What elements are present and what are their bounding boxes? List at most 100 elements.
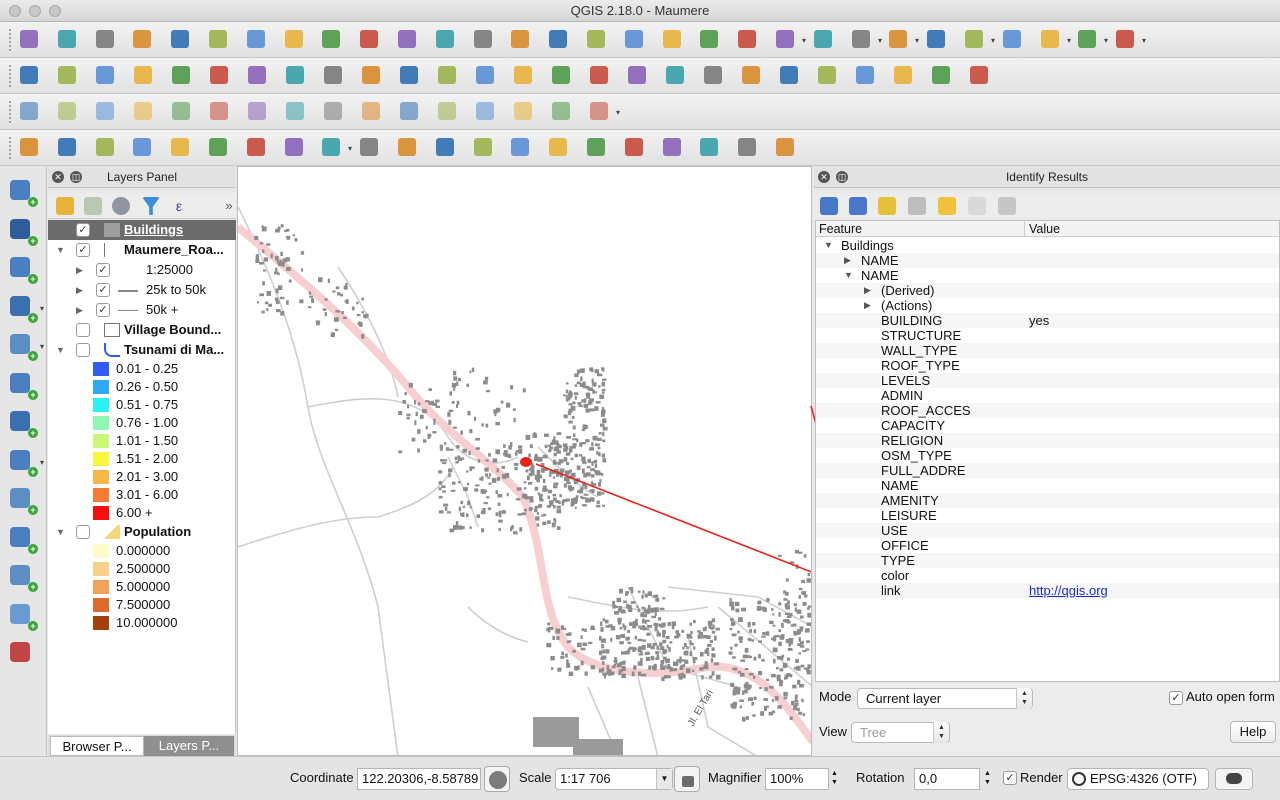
map-canvas[interactable]: Jl. El Tari <box>237 166 812 756</box>
style-manager-icon[interactable] <box>52 193 78 219</box>
expanded-arrow-icon[interactable]: ▼ <box>844 268 853 283</box>
identify-row[interactable]: BUILDING yes <box>816 313 1279 328</box>
map-tips-icon[interactable]: ▾ <box>1074 26 1108 52</box>
crs-button[interactable]: EPSG:4326 (OTF) <box>1067 768 1209 790</box>
add-wfs-layer-icon[interactable]: + ▾ <box>6 446 44 477</box>
layer-visibility-checkbox[interactable] <box>76 525 90 539</box>
label-pin-icon[interactable] <box>434 62 460 88</box>
composer-manager-icon[interactable] <box>205 26 231 52</box>
add-wcs-layer-icon[interactable]: + <box>6 407 38 438</box>
magnifier-stepper-icon[interactable]: ▲ ▼ <box>831 769 838 787</box>
render-checkbox[interactable]: ✓ <box>1003 771 1017 785</box>
expanded-arrow-icon[interactable]: ▼ <box>56 522 65 542</box>
clear-highlights-icon[interactable] <box>934 193 960 219</box>
add-feature-icon[interactable] <box>130 62 156 88</box>
collapsed-arrow-icon[interactable]: ▶ <box>76 260 83 280</box>
oriented-rect-icon[interactable] <box>92 134 118 160</box>
rotation-stepper-icon[interactable]: ▲ ▼ <box>984 769 991 787</box>
expression-icon[interactable]: ▾ <box>848 26 882 52</box>
collapsed-arrow-icon[interactable]: ▶ <box>864 283 871 298</box>
collapse-all-icon[interactable] <box>845 193 871 219</box>
mode-select[interactable]: Current layer ▲ ▼ <box>857 688 1033 709</box>
add-vector-layer-icon[interactable]: + <box>6 176 38 207</box>
help-button[interactable]: Help <box>1230 721 1276 743</box>
zoom-native-icon[interactable] <box>394 26 420 52</box>
georeferencer-icon[interactable] <box>205 134 231 160</box>
split-parts-icon[interactable] <box>434 98 460 124</box>
change-label-icon[interactable] <box>624 62 650 88</box>
add-raster-layer-icon[interactable]: + <box>6 215 38 246</box>
close-icon[interactable]: ✕ <box>818 171 830 183</box>
save-project-icon[interactable] <box>92 26 118 52</box>
identify-row[interactable]: LEVELS <box>816 373 1279 388</box>
float-panel-icon[interactable]: ◫ <box>836 171 848 183</box>
merge-attributes-icon[interactable] <box>510 98 536 124</box>
split-features-icon[interactable] <box>396 98 422 124</box>
layer-row[interactable]: ▼ Tsunami di Ma... <box>48 340 236 360</box>
collapsed-arrow-icon[interactable]: ▶ <box>844 253 851 268</box>
identify-row[interactable]: ▼ Buildings <box>816 238 1279 253</box>
identify-row[interactable]: ROOF_TYPE <box>816 358 1279 373</box>
new-project-icon[interactable] <box>16 26 42 52</box>
paste-icon[interactable] <box>358 62 384 88</box>
add-mssql-layer-icon[interactable]: + ▾ <box>6 330 44 361</box>
info-tool-icon[interactable] <box>356 134 382 160</box>
clear-results-icon[interactable] <box>904 193 930 219</box>
measure-icon[interactable]: ▾ <box>1037 26 1071 52</box>
expand-new-icon[interactable] <box>874 193 900 219</box>
close-window-button[interactable] <box>9 5 21 17</box>
magic-wand-icon[interactable] <box>129 134 155 160</box>
identify-row[interactable]: CAPACITY <box>816 418 1279 433</box>
grid-2-icon[interactable] <box>659 134 685 160</box>
show-hide-labels-icon[interactable] <box>510 62 536 88</box>
deselect-icon[interactable]: ▾ <box>885 26 919 52</box>
check-tool-icon[interactable] <box>507 134 533 160</box>
column-header-feature[interactable]: Feature <box>816 221 1025 237</box>
cut-icon[interactable] <box>282 62 308 88</box>
layer-row[interactable]: ▶ ✓ 25k to 50k <box>48 280 236 300</box>
magnifier-field[interactable]: 100% <box>765 768 829 790</box>
magnet-icon[interactable] <box>54 98 80 124</box>
tools-icon[interactable] <box>772 134 798 160</box>
grid-icon[interactable] <box>621 134 647 160</box>
layer-visibility-checkbox[interactable]: ✓ <box>96 263 110 277</box>
identify-row[interactable]: NAME <box>816 478 1279 493</box>
grass-icon[interactable] <box>545 134 571 160</box>
merge-features-icon[interactable] <box>472 98 498 124</box>
add-ring-icon[interactable] <box>206 98 232 124</box>
python-icon[interactable] <box>738 62 764 88</box>
offset-point-symbols-icon[interactable]: ▾ <box>586 98 620 124</box>
label-settings-icon[interactable] <box>662 62 688 88</box>
select-icon[interactable]: ▾ <box>772 26 806 52</box>
identify-row[interactable]: FULL_ADDRE <box>816 463 1279 478</box>
copy-icon[interactable] <box>320 62 346 88</box>
float-panel-icon[interactable]: ◫ <box>70 171 82 183</box>
open-project-icon[interactable] <box>54 26 80 52</box>
edit-tool-icon[interactable] <box>470 134 496 160</box>
reshape-icon[interactable] <box>168 98 194 124</box>
identify-row[interactable]: OFFICE <box>816 538 1279 553</box>
delete-ring-icon[interactable] <box>320 98 346 124</box>
offset-curve-icon[interactable] <box>16 98 42 124</box>
minimize-window-button[interactable] <box>29 5 41 17</box>
attribute-table-icon[interactable] <box>923 26 949 52</box>
layer-row[interactable]: Village Bound... <box>48 320 236 340</box>
tab-browser-panel[interactable]: Browser P... <box>50 736 144 756</box>
text-annotation-icon[interactable]: ▾ <box>1112 26 1146 52</box>
identify-row[interactable]: TYPE <box>816 553 1279 568</box>
lock-scale-icon[interactable] <box>674 766 700 792</box>
wfs-icon[interactable] <box>928 62 954 88</box>
layer-visibility-checkbox[interactable]: ✓ <box>96 283 110 297</box>
node-tool-icon[interactable] <box>168 62 194 88</box>
geometry-checker-icon[interactable] <box>16 134 42 160</box>
filter-icon[interactable] <box>138 193 164 219</box>
identify-row[interactable]: ▶ NAME <box>816 253 1279 268</box>
delete-selected-icon[interactable] <box>244 62 270 88</box>
rotate-label-icon[interactable] <box>586 62 612 88</box>
zoom-out-icon[interactable] <box>356 26 382 52</box>
move-feature-icon[interactable] <box>206 62 232 88</box>
layer-visibility-checkbox[interactable]: ✓ <box>76 243 90 257</box>
add-spatialite-layer-icon[interactable]: + ▾ <box>6 292 44 323</box>
identify-row[interactable]: OSM_TYPE <box>816 448 1279 463</box>
delete-part-icon[interactable] <box>358 98 384 124</box>
